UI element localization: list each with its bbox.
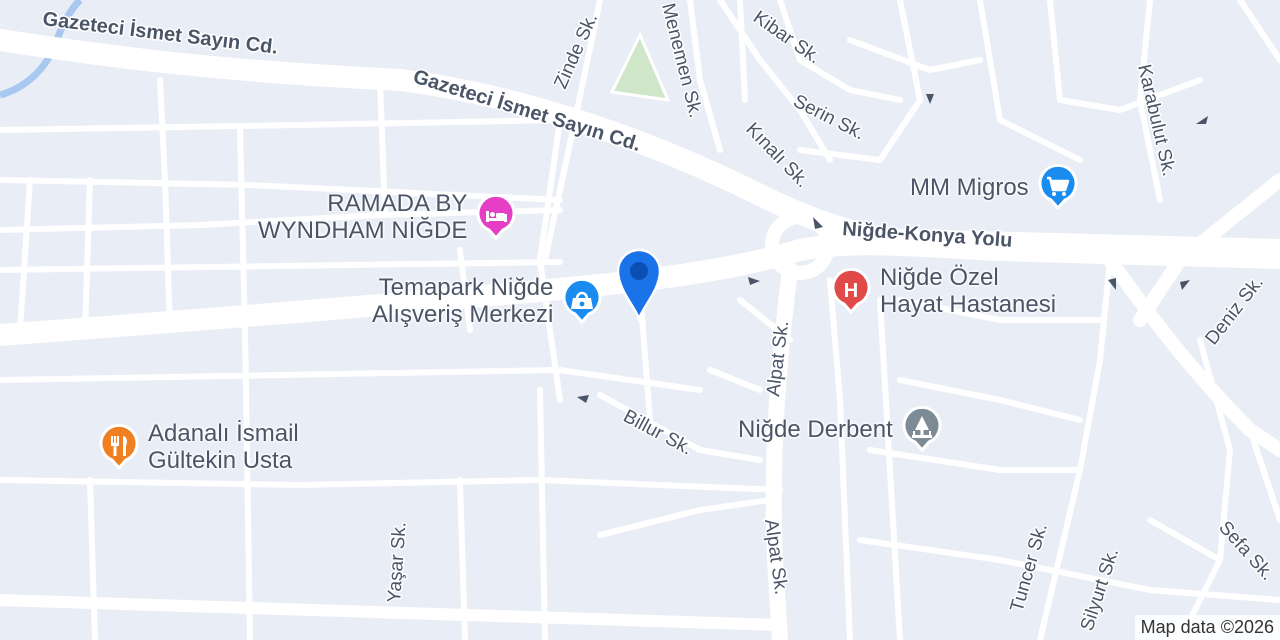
street-label-yasar: Yaşar Sk. xyxy=(384,521,411,603)
shopping-bag-icon[interactable] xyxy=(561,278,603,324)
location-pin-icon[interactable] xyxy=(612,244,666,324)
restaurant-icon[interactable] xyxy=(98,424,140,470)
street-label-alpat-south: Alpat Sk. xyxy=(760,518,791,596)
street-label-silyurt: Silyurt Sk. xyxy=(1077,546,1123,634)
poi-ramada[interactable]: RAMADA BY WYNDHAM NİĞDE xyxy=(258,190,517,244)
svg-text:H: H xyxy=(844,280,858,302)
street-label-alpat-north: Alpat Sk. xyxy=(763,320,793,398)
arrow-serin xyxy=(926,94,934,104)
poi-migros[interactable]: MM Migros xyxy=(910,164,1079,210)
poi-hospital-label: Niğde Özel Hayat Hastanesi xyxy=(880,264,1056,318)
poi-derbent[interactable]: Niğde Derbent xyxy=(738,406,943,452)
poi-hospital-line2: Hayat Hastanesi xyxy=(880,291,1057,318)
poi-hospital[interactable]: H Niğde Özel Hayat Hastanesi xyxy=(830,264,1056,318)
poi-temapark-label: Temapark Niğde Alışveriş Merkezi xyxy=(372,274,553,328)
hotel-bed-icon[interactable] xyxy=(475,194,517,240)
shopping-cart-icon[interactable] xyxy=(1037,164,1079,210)
poi-temapark[interactable]: Temapark Niğde Alışveriş Merkezi xyxy=(372,274,603,328)
poi-adanali-line1: Adanalı İsmail xyxy=(148,420,299,447)
arrow-karabulut xyxy=(1196,116,1208,124)
poi-derbent-line1: Niğde Derbent xyxy=(738,415,893,443)
poi-adanali-line2: Gültekin Usta xyxy=(148,447,293,474)
street-label-gazeteci-east: Gazeteci İsmet Sayın Cd. xyxy=(411,65,644,156)
poi-ramada-line1: RAMADA BY xyxy=(327,190,468,217)
poi-temapark-line1: Temapark Niğde xyxy=(378,274,554,301)
street-label-deniz: Deniz Sk. xyxy=(1201,272,1268,349)
street-label-billur: Billur Sk. xyxy=(620,406,696,460)
street-label-karabulut: Karabulut Sk. xyxy=(1133,62,1179,178)
map-canvas[interactable]: Gazeteci İsmet Sayın Cd. Gazeteci İsmet … xyxy=(0,0,1280,640)
monument-icon[interactable] xyxy=(901,406,943,452)
poi-derbent-label: Niğde Derbent xyxy=(738,416,893,443)
poi-hospital-line1: Niğde Özel xyxy=(880,264,999,291)
arrow-ne xyxy=(1180,280,1190,290)
street-label-zinde: Zinde Sk. xyxy=(550,10,602,92)
arrow-billur xyxy=(577,395,589,403)
map-attribution: Map data ©2026 xyxy=(1134,615,1280,640)
poi-ramada-line2: WYNDHAM NİĞDE xyxy=(258,217,468,244)
poi-ramada-label: RAMADA BY WYNDHAM NİĞDE xyxy=(258,190,467,244)
arrow-east xyxy=(748,277,760,285)
poi-temapark-line2: Alışveriş Merkezi xyxy=(372,301,554,328)
street-label-sefa: Sefa Sk. xyxy=(1214,517,1278,584)
poi-migros-line1: MM Migros xyxy=(910,173,1029,201)
road-south xyxy=(0,594,786,631)
poi-adanali-label: Adanalı İsmail Gültekin Usta xyxy=(148,420,299,474)
poi-migros-label: MM Migros xyxy=(910,174,1029,201)
park-area xyxy=(609,31,671,102)
hospital-icon[interactable]: H xyxy=(830,268,872,314)
poi-adanali[interactable]: Adanalı İsmail Gültekin Usta xyxy=(98,420,299,474)
